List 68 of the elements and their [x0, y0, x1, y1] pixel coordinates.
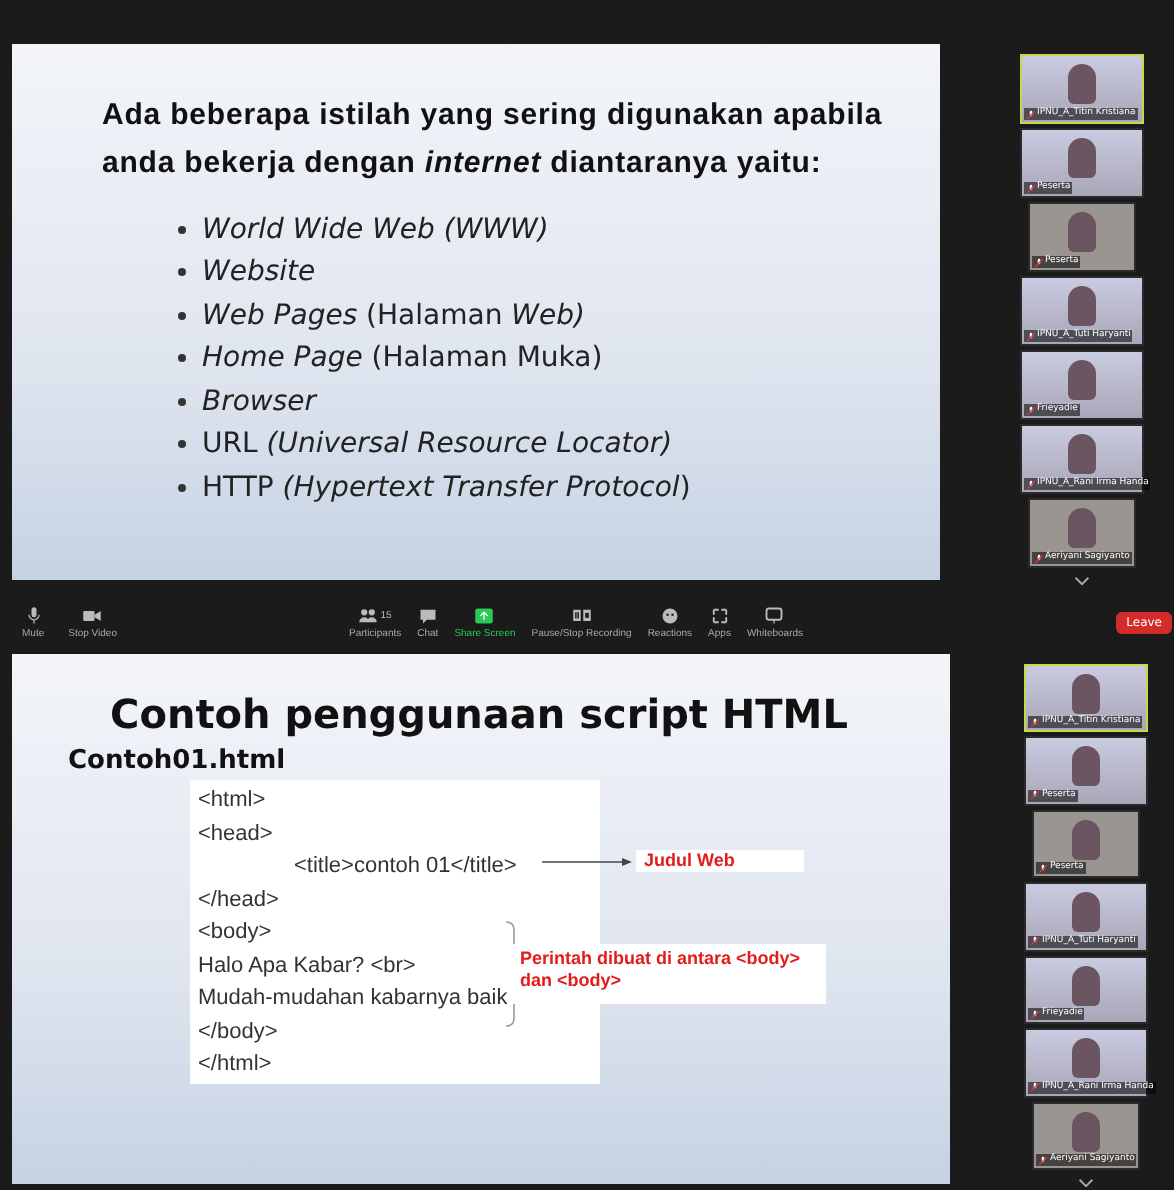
slide-title: Contoh penggunaan script HTML	[108, 690, 850, 738]
code-line: </html>	[198, 1050, 272, 1080]
person-silhouette-icon	[1072, 965, 1100, 1006]
list-item: World Wide Web (WWW)	[202, 213, 549, 246]
person-silhouette-icon	[1072, 1038, 1100, 1079]
share-screen-icon	[474, 605, 495, 625]
code-line: <body>	[198, 918, 272, 948]
muted-mic-icon	[1038, 1155, 1048, 1166]
person-silhouette-icon	[1067, 64, 1095, 104]
chat-bubble-icon	[417, 605, 438, 625]
code-line: <title>contoh 01</title>	[292, 852, 517, 882]
bullet-icon	[178, 483, 186, 492]
file-name: Contoh01.html	[68, 746, 288, 776]
bullet-icon	[178, 397, 186, 406]
person-silhouette-icon	[1072, 746, 1100, 787]
microphone-icon	[23, 605, 44, 625]
list-item: Website	[202, 256, 316, 289]
bullet-icon	[178, 311, 186, 320]
code-line: <html>	[198, 786, 266, 816]
bullet-icon	[178, 225, 186, 234]
slide-heading: Ada beberapa istilah yang sering digunakan apabila anda bekerja dengan internet diantaranya yaitu:	[102, 96, 885, 184]
code-line: </body>	[198, 1017, 278, 1047]
muted-mic-icon	[1025, 109, 1035, 119]
annotation-label: Perintah dibuat di antara <body> dan <body>	[512, 944, 826, 1004]
muted-mic-icon	[1030, 1082, 1040, 1093]
list-item: Browser	[202, 385, 317, 418]
arrow	[542, 856, 634, 868]
bullet-icon	[178, 354, 186, 363]
bullet-icon	[178, 268, 186, 277]
code-line: </head>	[198, 885, 279, 915]
whiteboard-icon	[764, 605, 785, 625]
smiley-icon	[659, 605, 680, 625]
person-silhouette-icon	[1067, 286, 1095, 326]
muted-mic-icon	[1038, 863, 1048, 874]
chevron-down-icon[interactable]	[1078, 1177, 1094, 1188]
people-icon	[358, 605, 379, 625]
code-line: <head>	[198, 819, 273, 849]
person-silhouette-icon	[1067, 360, 1095, 400]
code-line: Halo Apa Kabar? <br>	[198, 951, 416, 981]
chevron-down-icon[interactable]	[1073, 575, 1089, 585]
muted-mic-icon	[1025, 405, 1035, 415]
muted-mic-icon	[1030, 790, 1040, 801]
list-item: HTTP (Hypertext Transfer Protocol)	[202, 471, 691, 504]
muted-mic-icon	[1030, 936, 1040, 947]
list-item: Home Page (Halaman Muka)	[202, 342, 603, 375]
bullet-icon	[178, 440, 186, 449]
person-silhouette-icon	[1072, 892, 1100, 933]
muted-mic-icon	[1030, 717, 1040, 728]
video-camera-icon	[82, 605, 103, 625]
muted-mic-icon	[1025, 479, 1035, 489]
muted-mic-icon	[1033, 257, 1043, 267]
person-silhouette-icon	[1072, 819, 1100, 860]
muted-mic-icon	[1025, 331, 1035, 341]
muted-mic-icon	[1025, 183, 1035, 193]
apps-icon	[709, 605, 730, 625]
list-item: URL (Universal Resource Locator)	[202, 428, 673, 461]
person-silhouette-icon	[1067, 434, 1095, 474]
annotation-label: Judul Web	[636, 850, 804, 872]
muted-mic-icon	[1030, 1009, 1040, 1020]
person-silhouette-icon	[1067, 508, 1095, 548]
code-line: Mudah-mudahan kabarnya baik	[198, 984, 508, 1014]
muted-mic-icon	[1033, 553, 1043, 563]
person-silhouette-icon	[1072, 1111, 1100, 1152]
pause-stop-icon	[571, 605, 592, 625]
list-item: Web Pages (Halaman Web)	[202, 299, 585, 332]
person-silhouette-icon	[1072, 674, 1100, 714]
person-silhouette-icon	[1067, 138, 1095, 178]
person-silhouette-icon	[1067, 212, 1095, 252]
